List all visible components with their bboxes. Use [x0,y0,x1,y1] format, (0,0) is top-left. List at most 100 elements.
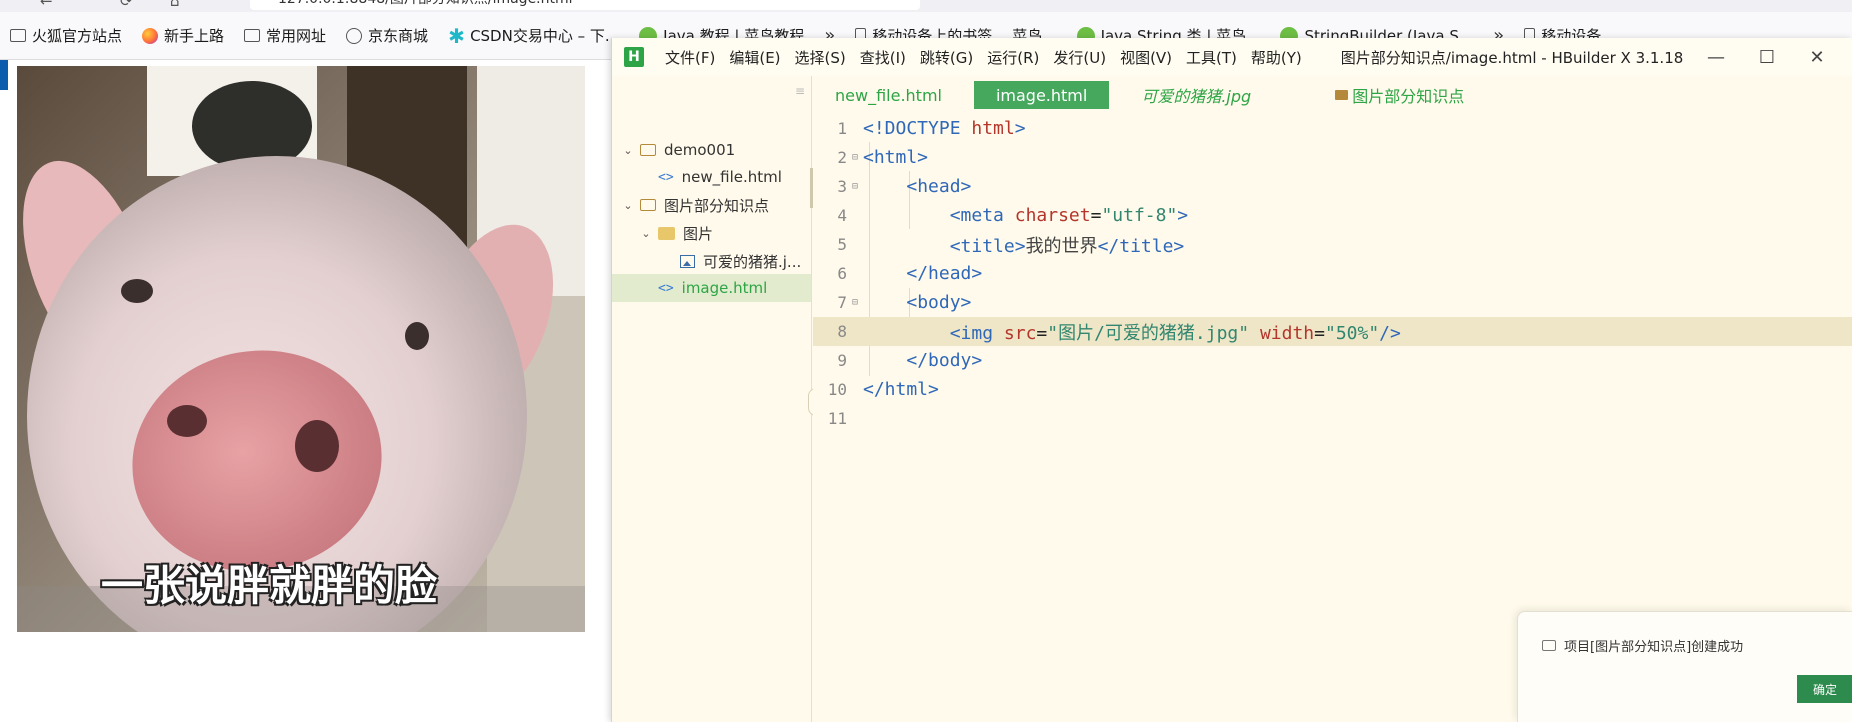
bookmark-jd[interactable]: 京东商城 [336,12,438,59]
code-line[interactable]: 10 </html> [813,375,1852,404]
folder-icon [244,29,261,42]
menu-bar: 文件(F) 编辑(E) 选择(S) 查找(I) 跳转(G) 运行(R) 发行(U… [658,47,1309,68]
fold-icon[interactable]: ⊟ [847,297,863,308]
browser-toolbar: ← ⟳ ⌂ 127.0.0.1:8848/图片部分知识点/image.html [0,0,1852,12]
code-line[interactable]: 7 ⊟ <body> [813,288,1852,317]
sidebar-menu-icon[interactable]: ≡ [795,84,805,98]
home-icon[interactable]: ⌂ [170,0,180,10]
minimize-button[interactable]: — [1691,38,1741,76]
bookmark-csdn[interactable]: ✱ CSDN交易中心 – 下... [438,12,629,59]
bookmark-folder-common[interactable]: 常用网址 [234,12,336,59]
code-line[interactable]: 1 <!DOCTYPE html> [813,114,1852,143]
tree-item-label: image.html [681,279,768,297]
tab-new-file[interactable]: new_file.html [813,81,964,109]
code-token: width [1249,322,1315,344]
code-line[interactable]: 9 </body> [813,346,1852,375]
code-line[interactable]: 4 <meta charset="utf-8"> [813,201,1852,230]
reload-icon[interactable]: ⟳ [120,0,133,10]
menu-find[interactable]: 查找(I) [853,47,913,68]
tree-item-label: demo001 [664,141,736,159]
editor-tabs: new_file.html image.html 可爱的猪猪.jpg 图片部分知… [813,76,1852,114]
line-number: 5 [837,235,847,254]
line-number: 7 [837,293,847,312]
line-number: 8 [837,322,847,341]
close-button[interactable]: ✕ [1792,38,1842,76]
menu-run[interactable]: 运行(R) [980,47,1046,68]
code-line[interactable]: 2 ⊟ <html> [813,143,1852,172]
bookmark-label: 火狐官方站点 [32,27,123,45]
code-token: > [1177,205,1189,226]
line-number: 2 [837,148,847,167]
code-line-current[interactable]: 8 <img src="图片/可爱的猪猪.jpg" width="50%"/> [813,317,1852,346]
code-token: = [1036,322,1048,344]
menu-view[interactable]: 视图(V) [1113,47,1179,68]
chevron-down-icon[interactable]: ⌄ [640,227,652,240]
tree-item-label: 可爱的猪猪.j... [703,252,802,271]
code-token: <meta [949,205,1015,226]
image-caption: 一张说胖就胖的脸 [101,561,438,610]
bookmark-folder-firefox-sites[interactable]: 火狐官方站点 [0,12,132,59]
hbuilder-logo-icon: H [624,47,644,67]
sidebar-tab-marker [0,60,8,90]
code-line[interactable]: 3 ⊟ <head> [813,172,1852,201]
code-line[interactable]: 11 [813,404,1852,433]
code-token: <body> [906,292,972,313]
code-token: <!DOCTYPE [863,118,972,139]
tree-item-label: 图片部分知识点 [664,196,770,215]
bookmark-getting-started[interactable]: 新手上路 [132,12,234,59]
firefox-icon [142,27,159,44]
tab-project-folder[interactable]: 图片部分知识点 [1313,81,1486,109]
back-icon[interactable]: ← [40,0,53,10]
project-icon [640,144,656,156]
fold-icon[interactable]: ⊟ [847,152,863,163]
line-number: 6 [837,264,847,283]
menu-select[interactable]: 选择(S) [788,47,853,68]
tree-item-image-project[interactable]: ⌄ 图片部分知识点 [612,191,811,219]
bookmark-label: CSDN交易中心 – 下... [470,27,620,45]
code-line[interactable]: 6 </head> [813,259,1852,288]
menu-goto[interactable]: 跳转(G) [913,47,980,68]
maximize-button[interactable]: ☐ [1742,38,1792,76]
url-bar[interactable]: 127.0.0.1:8848/图片部分知识点/image.html [250,0,920,10]
fold-icon[interactable]: ⊟ [847,181,863,192]
message-icon [1542,640,1556,651]
code-token: > [1014,118,1026,139]
tab-label: 图片部分知识点 [1352,87,1465,106]
menu-tools[interactable]: 工具(T) [1179,47,1244,68]
line-number: 3 [837,177,847,196]
menu-publish[interactable]: 发行(U) [1046,47,1113,68]
line-number: 11 [827,409,847,428]
menu-edit[interactable]: 编辑(E) [722,47,787,68]
chevron-down-icon[interactable]: ⌄ [622,144,634,157]
line-number: 10 [827,380,847,399]
line-number: 9 [837,351,847,370]
tree-item-pig-jpg[interactable]: 可爱的猪猪.j... [612,247,811,275]
csdn-icon: ✱ [448,23,465,48]
code-token: <img [949,322,1004,344]
code-file-icon: <> [658,280,674,296]
bookmark-label: 新手上路 [164,27,225,45]
code-token: </body> [906,350,983,371]
window-title: 图片部分知识点/image.html - HBuilder X 3.1.18 [1340,48,1684,67]
second-window-url-bar[interactable] [1240,0,1760,10]
code-line[interactable]: 5 <title>我的世界</title> [813,230,1852,259]
tab-image-html[interactable]: image.html [973,81,1110,109]
code-token: /> [1379,322,1401,344]
bookmark-label: 常用网址 [266,27,327,45]
code-token: <title> [949,235,1026,257]
bookmark-label: 京东商城 [368,27,429,45]
tree-item-new-file[interactable]: <> new_file.html [612,163,811,191]
tab-pig-jpg[interactable]: 可爱的猪猪.jpg [1119,81,1273,109]
confirm-button[interactable]: 确定 [1797,675,1852,703]
code-token: html [971,118,1015,139]
tree-item-demo001[interactable]: ⌄ demo001 [612,136,811,164]
line-number: 1 [837,119,847,138]
menu-file[interactable]: 文件(F) [658,47,722,68]
tree-item-image-folder[interactable]: ⌄ 图片 [612,219,811,247]
notification-text: 项目[图片部分知识点]创建成功 [1564,640,1744,655]
code-token: </head> [906,263,983,284]
code-token: </html> [863,379,939,400]
chevron-down-icon[interactable]: ⌄ [622,199,634,212]
menu-help[interactable]: 帮助(Y) [1244,47,1309,68]
tree-item-image-html[interactable]: <> image.html [612,274,811,302]
